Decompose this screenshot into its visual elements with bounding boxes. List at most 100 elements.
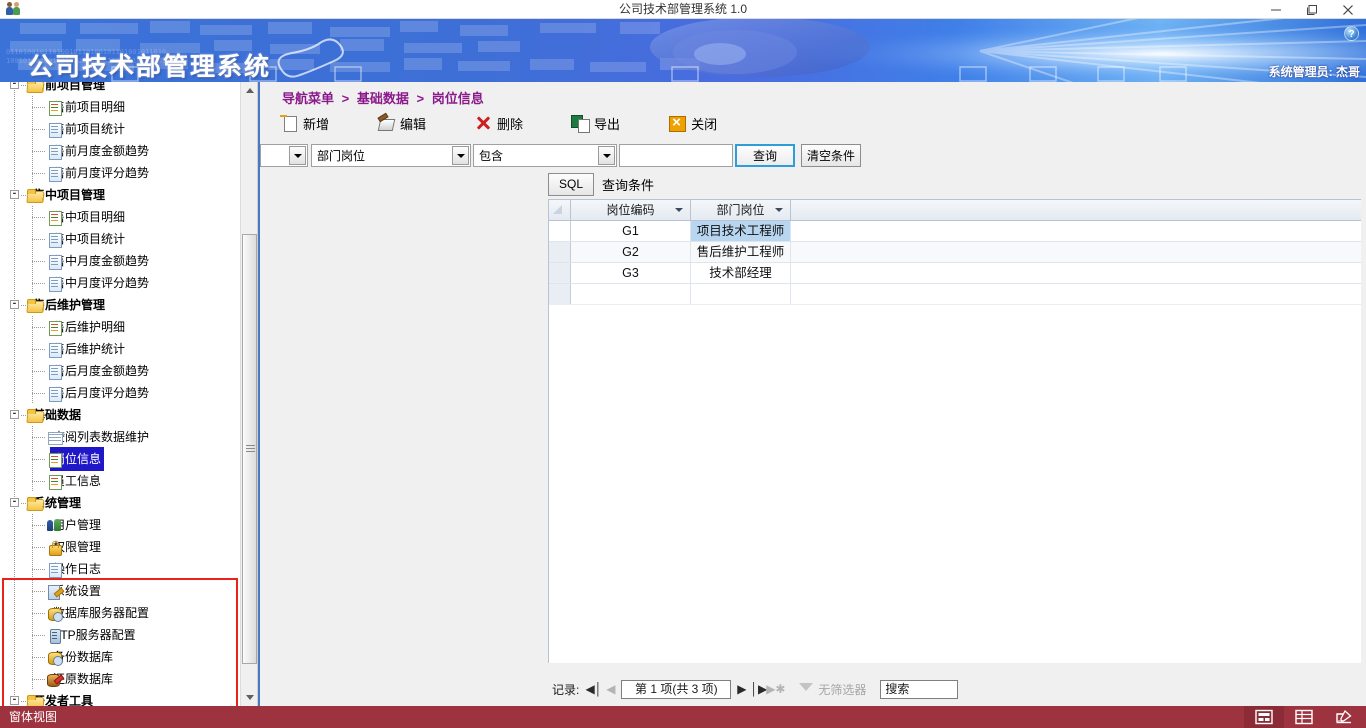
tree-item-leaf[interactable]: FTP服务器配置 xyxy=(0,624,257,646)
table-row[interactable]: G1 项目技术工程师 xyxy=(549,221,1361,242)
filter-value-input[interactable] xyxy=(619,144,733,167)
delete-button[interactable]: 删除 xyxy=(466,110,531,136)
tree-item-leaf[interactable]: 还原数据库 xyxy=(0,668,257,690)
scrollbar-thumb[interactable] xyxy=(242,234,257,664)
tree-item-leaf[interactable]: 岗位信息 xyxy=(0,447,257,471)
new-record-button[interactable]: ▶✱ xyxy=(766,680,785,698)
tree-item-leaf[interactable]: 数据库服务器配置 xyxy=(0,602,257,624)
tree-item-leaf[interactable]: 系统设置 xyxy=(0,580,257,602)
tree-item-group[interactable]: - 售前项目管理 xyxy=(0,82,257,96)
next-record-button[interactable]: ▶ xyxy=(733,680,750,698)
tree-item-leaf[interactable]: 售前项目统计 xyxy=(0,118,257,140)
design-view-button[interactable] xyxy=(1324,706,1364,728)
sql-button[interactable]: SQL xyxy=(548,172,594,196)
filter-field-select[interactable] xyxy=(260,144,308,167)
navigation-tree[interactable]: - 售前项目管理 售前项目明细 售前项目统计 售前月度金额趋势 售前月度评分趋势 - 售中项目… xyxy=(0,82,257,706)
tree-item-leaf[interactable]: 售前月度金额趋势 xyxy=(0,140,257,162)
last-record-button[interactable]: │▶ xyxy=(750,680,767,698)
scroll-down-arrow-icon[interactable] xyxy=(241,689,257,706)
tree-expander-icon[interactable]: - xyxy=(10,300,19,309)
tree-item-leaf[interactable]: 售中项目统计 xyxy=(0,228,257,250)
row-selector[interactable] xyxy=(549,221,571,241)
table-row[interactable]: G2 售后维护工程师 xyxy=(549,242,1361,263)
grid-body[interactable]: G1 项目技术工程师 G2 售后维护工程师 G3 技术部经理 xyxy=(549,221,1361,305)
tree-item-leaf[interactable]: 查阅列表数据维护 xyxy=(0,426,257,448)
tree-expander-icon[interactable]: - xyxy=(10,410,19,419)
row-selector[interactable] xyxy=(549,263,571,283)
table-cell[interactable]: 技术部经理 xyxy=(691,263,791,283)
table-cell[interactable]: 项目技术工程师 xyxy=(691,221,791,241)
scroll-up-arrow-icon[interactable] xyxy=(241,82,257,99)
tree-guide-line xyxy=(32,679,46,680)
tree-item-leaf[interactable]: 操作日志 xyxy=(0,558,257,580)
datasheet-view-button[interactable] xyxy=(1284,706,1324,728)
tree-item-leaf[interactable]: 用户管理 xyxy=(0,514,257,536)
tree-item-leaf[interactable]: 售前项目明细 xyxy=(0,96,257,118)
first-record-button[interactable]: ◀│ xyxy=(585,680,602,698)
tree-scrollbar[interactable] xyxy=(240,82,257,706)
tree-expander-icon[interactable]: - xyxy=(10,498,19,507)
tree-item-leaf[interactable]: 售后月度评分趋势 xyxy=(0,382,257,404)
maximize-button[interactable] xyxy=(1294,0,1330,19)
chevron-down-icon[interactable] xyxy=(775,208,783,212)
filter-status[interactable]: 无筛选器 xyxy=(798,681,866,698)
grid-search-input[interactable]: 搜索 xyxy=(880,679,959,699)
select-all-corner[interactable] xyxy=(549,200,571,220)
new-record-row[interactable] xyxy=(549,284,1361,305)
tree-guide-line xyxy=(32,470,33,492)
tree-expander-icon[interactable]: - xyxy=(10,82,19,89)
tree-expander-icon[interactable]: - xyxy=(10,696,19,705)
close-form-button[interactable]: 关闭 xyxy=(660,110,725,136)
tree-guide-line xyxy=(32,382,33,404)
chevron-down-icon[interactable] xyxy=(289,146,306,165)
tree-item-group[interactable]: - 系统管理 xyxy=(0,492,257,514)
export-button[interactable]: 导出 xyxy=(563,110,628,136)
tree-item-leaf[interactable]: 售后维护明细 xyxy=(0,316,257,338)
add-button[interactable]: 新增 xyxy=(272,110,337,136)
tree-item-leaf[interactable]: 售中月度评分趋势 xyxy=(0,272,257,294)
table-cell[interactable]: 售后维护工程师 xyxy=(691,242,791,262)
data-grid[interactable]: 岗位编码 部门岗位 G1 项目技术工程师 G2 售后维护工程师 G3 技术部经理 xyxy=(548,199,1361,663)
table-cell[interactable] xyxy=(571,284,691,304)
filter-column-select[interactable]: 部门岗位 xyxy=(311,144,471,167)
tree-expander-icon[interactable]: - xyxy=(10,190,19,199)
chevron-down-icon[interactable] xyxy=(452,146,469,165)
breadcrumb-item-2[interactable]: 岗位信息 xyxy=(432,91,484,106)
close-button[interactable] xyxy=(1330,0,1366,19)
table-cell[interactable] xyxy=(691,284,791,304)
help-icon[interactable]: ? xyxy=(1344,26,1359,41)
form-view-button[interactable] xyxy=(1244,706,1284,728)
record-position-field[interactable]: 第 1 项(共 3 项) xyxy=(621,679,732,699)
edit-button[interactable]: 编辑 xyxy=(369,110,434,136)
grid-column-header-position[interactable]: 部门岗位 xyxy=(691,200,791,220)
tree-item-group[interactable]: - 售后维护管理 xyxy=(0,294,257,316)
table-cell[interactable]: G3 xyxy=(571,263,691,283)
previous-record-button[interactable]: ◀ xyxy=(602,680,619,698)
chevron-down-icon[interactable] xyxy=(598,146,615,165)
tree-item-leaf[interactable]: 售中月度金额趋势 xyxy=(0,250,257,272)
tree-item-group[interactable]: - 售中项目管理 xyxy=(0,184,257,206)
tree-item-group[interactable]: - 基础数据 xyxy=(0,404,257,426)
tree-item-leaf[interactable]: 售后月度金额趋势 xyxy=(0,360,257,382)
grid-column-header-code[interactable]: 岗位编码 xyxy=(571,200,691,220)
tree-item-leaf[interactable]: 备份数据库 xyxy=(0,646,257,668)
minimize-button[interactable] xyxy=(1258,0,1294,19)
tree-item-group[interactable]: - 开发者工具 xyxy=(0,690,257,706)
table-row[interactable]: G3 技术部经理 xyxy=(549,263,1361,284)
tree-item-leaf[interactable]: 员工信息 xyxy=(0,470,257,492)
tree-item-leaf[interactable]: 售后维护统计 xyxy=(0,338,257,360)
query-button[interactable]: 查询 xyxy=(735,144,795,167)
chevron-down-icon[interactable] xyxy=(675,208,683,212)
breadcrumb-item-0[interactable]: 导航菜单 xyxy=(282,91,334,106)
table-cell[interactable]: G1 xyxy=(571,221,691,241)
table-cell[interactable]: G2 xyxy=(571,242,691,262)
row-selector[interactable] xyxy=(549,242,571,262)
tree-item-leaf[interactable]: 权限管理 xyxy=(0,536,257,558)
navigation-tree-pane[interactable]: - 售前项目管理 售前项目明细 售前项目统计 售前月度金额趋势 售前月度评分趋势 - 售中项目… xyxy=(0,82,258,706)
row-selector[interactable] xyxy=(549,284,571,304)
filter-operator-select[interactable]: 包含 xyxy=(473,144,617,167)
clear-conditions-button[interactable]: 清空条件 xyxy=(801,144,861,167)
tree-item-leaf[interactable]: 售前月度评分趋势 xyxy=(0,162,257,184)
breadcrumb-item-1[interactable]: 基础数据 xyxy=(357,91,409,106)
tree-item-leaf[interactable]: 售中项目明细 xyxy=(0,206,257,228)
